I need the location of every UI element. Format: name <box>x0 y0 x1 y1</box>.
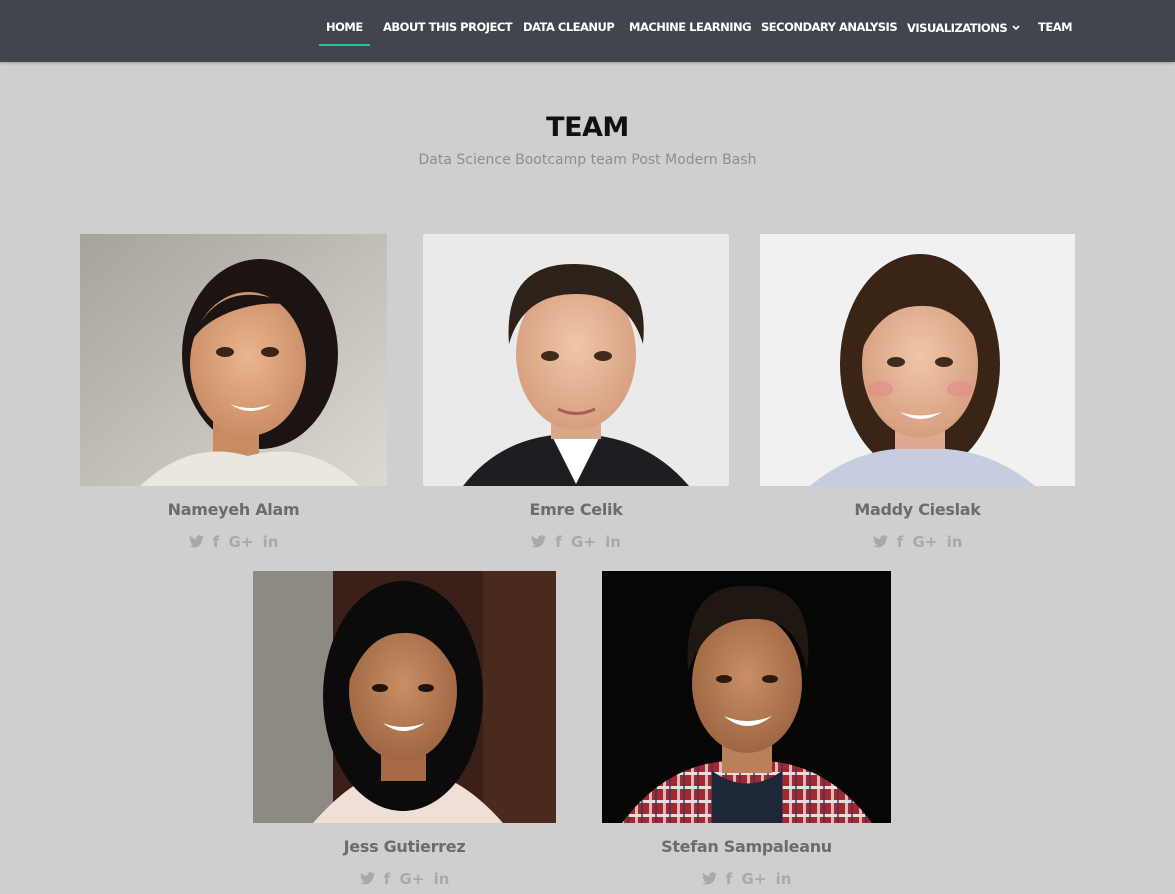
twitter-icon[interactable] <box>872 535 888 548</box>
linkedin-icon[interactable]: in <box>434 870 450 888</box>
team-card: Emre Celik f G+ in <box>423 234 729 554</box>
linkedin-icon[interactable]: in <box>605 533 621 551</box>
top-navbar: HOME ABOUT THIS PROJECT DATA CLEANUP MAC… <box>0 0 1175 62</box>
twitter-icon[interactable] <box>531 535 547 548</box>
member-photo <box>602 571 891 823</box>
member-name: Maddy Cieslak <box>854 500 981 519</box>
social-links: f G+ in <box>423 532 729 551</box>
nav-secondary-analysis[interactable]: SECONDARY ANALYSIS <box>761 20 898 40</box>
twitter-icon[interactable] <box>359 872 375 885</box>
nav-team[interactable]: TEAM <box>1038 20 1073 40</box>
member-photo <box>253 571 556 823</box>
member-name: Stefan Sampaleanu <box>661 837 832 856</box>
twitter-icon[interactable] <box>188 535 204 548</box>
nav-machine-learning[interactable]: MACHINE LEARNING <box>629 20 752 40</box>
linkedin-icon[interactable]: in <box>776 870 792 888</box>
linkedin-icon[interactable]: in <box>947 533 963 551</box>
nav-data-cleanup[interactable]: DATA CLEANUP <box>523 20 615 40</box>
google-plus-icon[interactable]: G+ <box>742 870 767 888</box>
linkedin-icon[interactable]: in <box>263 533 279 551</box>
page-title: TEAM <box>546 112 629 143</box>
member-photo <box>423 234 729 486</box>
facebook-icon[interactable]: f <box>213 533 220 551</box>
social-links: f G+ in <box>760 532 1075 551</box>
facebook-icon[interactable]: f <box>384 870 391 888</box>
member-name: Jess Gutierrez <box>343 837 466 856</box>
nav-about-this-project[interactable]: ABOUT THIS PROJECT <box>383 20 513 40</box>
team-card: Jess Gutierrez f G+ in <box>253 571 556 894</box>
nav-home[interactable]: HOME <box>319 20 370 46</box>
google-plus-icon[interactable]: G+ <box>229 533 254 551</box>
facebook-icon[interactable]: f <box>897 533 904 551</box>
facebook-icon[interactable]: f <box>555 533 562 551</box>
member-name: Nameyeh Alam <box>167 500 300 519</box>
team-card: Nameyeh Alam f G+ in <box>80 234 387 554</box>
google-plus-icon[interactable]: G+ <box>913 533 938 551</box>
social-links: f G+ in <box>80 532 387 551</box>
facebook-icon[interactable]: f <box>726 870 733 888</box>
twitter-icon[interactable] <box>701 872 717 885</box>
chevron-down-icon <box>1012 20 1020 34</box>
page-subtitle: Data Science Bootcamp team Post Modern B… <box>418 152 757 168</box>
nav-visualizations[interactable]: VISUALIZATIONS <box>907 20 1020 40</box>
social-links: f G+ in <box>602 869 891 888</box>
social-links: f G+ in <box>253 869 556 888</box>
nav-visualizations-label: VISUALIZATIONS <box>907 21 1008 35</box>
team-card: Maddy Cieslak f G+ in <box>760 234 1075 554</box>
member-name: Emre Celik <box>529 500 623 519</box>
google-plus-icon[interactable]: G+ <box>571 533 596 551</box>
member-photo <box>760 234 1075 486</box>
google-plus-icon[interactable]: G+ <box>400 870 425 888</box>
team-card: Stefan Sampaleanu f G+ in <box>602 571 891 894</box>
member-photo <box>80 234 387 486</box>
